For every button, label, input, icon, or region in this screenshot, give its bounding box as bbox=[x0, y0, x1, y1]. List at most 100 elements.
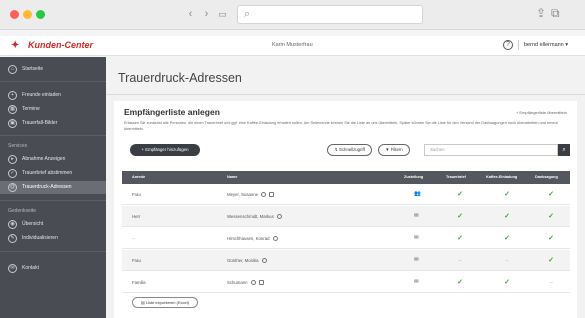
sidebar-toggle-icon[interactable]: ▭ bbox=[215, 6, 230, 23]
close-window-button[interactable] bbox=[10, 10, 19, 19]
card-title: Empfängerliste anlegen bbox=[124, 107, 220, 117]
info-icon[interactable] bbox=[261, 258, 267, 264]
column-header[interactable]: Trauerbrief bbox=[446, 171, 466, 184]
export-excel-button[interactable]: ▤ Liste exportieren (Excel) bbox=[132, 297, 198, 308]
search-input[interactable]: Suchen bbox=[424, 144, 558, 156]
chevron-right-icon[interactable]: › bbox=[199, 6, 214, 23]
checkmark-icon-trauerbrief[interactable]: ✓ bbox=[455, 228, 465, 249]
note-icon[interactable] bbox=[269, 192, 275, 198]
share-icon[interactable]: ⇪ bbox=[536, 6, 546, 20]
checkmark-icon-kaffee[interactable]: ✓ bbox=[502, 228, 512, 249]
browser-toolbar: ‹ › ▭ ⌕ ⇪ ⧉ bbox=[0, 0, 585, 30]
check-icon: ✓ bbox=[8, 169, 17, 178]
checkmark-icon-kaffee[interactable]: ✓ bbox=[502, 272, 512, 293]
submit-list-link[interactable]: + Empfängerliste übermitteln bbox=[516, 110, 567, 115]
note-icon[interactable] bbox=[258, 280, 264, 286]
empty-icon-trauerbrief[interactable]: – bbox=[455, 250, 465, 271]
checkmark-icon-kaffee[interactable]: ✓ bbox=[502, 206, 512, 227]
table-row[interactable]: Frau Günther, Monika ✉ – – ✓ bbox=[122, 250, 570, 271]
table-row[interactable]: Frau Meyer, Susanne 👥 ✓ ✓ ✓ bbox=[122, 184, 570, 205]
sidebar-item-kontakt[interactable]: ✉ Kontakt bbox=[0, 262, 106, 275]
sidebar-item-trauerbrief[interactable]: ✓ Trauerbrief abstimmen bbox=[0, 167, 106, 180]
maximize-window-button[interactable] bbox=[36, 10, 45, 19]
sidebar-item-label: Termine bbox=[22, 106, 40, 112]
bolt-icon: ↯ bbox=[334, 147, 338, 152]
sidebar-item-trauerdruck[interactable]: @ Trauerdruck-Adressen bbox=[0, 181, 106, 194]
filter-button[interactable]: ▼ Filtern bbox=[378, 144, 410, 156]
add-recipient-button[interactable]: + Empfänger hinzufügen bbox=[130, 144, 200, 156]
recipient-card: Empfängerliste anlegen + Empfängerliste … bbox=[114, 101, 577, 318]
filter-icon: ▼ bbox=[385, 147, 390, 152]
page-title: Trauerdruck-Adressen bbox=[118, 71, 242, 85]
tabs-icon[interactable]: ⧉ bbox=[551, 6, 560, 21]
cell-name-text: Meyer, Susanne bbox=[227, 192, 259, 197]
checkmark-icon-trauerbrief[interactable]: ✓ bbox=[455, 206, 465, 227]
account-name: Karin Musterfrau bbox=[272, 42, 313, 48]
quick-access-button[interactable]: ↯ Schnellzugriff bbox=[327, 144, 372, 156]
checkmark-icon-danksagung[interactable]: ✓ bbox=[546, 184, 556, 205]
cell-name-text: Hirschhausen, Konrad bbox=[227, 236, 270, 241]
filter-label: Filtern bbox=[390, 147, 403, 152]
empty-icon-danksagung[interactable]: – bbox=[546, 272, 556, 293]
checkmark-icon-kaffee[interactable]: ✓ bbox=[502, 184, 512, 205]
checkmark-icon-trauerbrief[interactable]: ✓ bbox=[455, 272, 465, 293]
help-icon[interactable]: ? bbox=[503, 40, 513, 50]
table-row[interactable]: – Hirschhausen, Konrad ✉ ✓ ✓ ✓ bbox=[122, 228, 570, 249]
sidebar-divider bbox=[0, 200, 106, 201]
info-icon[interactable] bbox=[276, 214, 282, 220]
column-header[interactable]: Danksagung bbox=[535, 171, 558, 184]
column-header[interactable]: Name bbox=[227, 171, 237, 184]
column-header[interactable]: Kaffee-Einladung bbox=[486, 171, 517, 184]
info-icon[interactable] bbox=[261, 192, 267, 198]
cell-anrede: Frau bbox=[132, 258, 141, 263]
contact-icon: ✉ bbox=[8, 264, 17, 273]
sidebar-item-label: Individualisieren bbox=[22, 235, 58, 241]
export-icon: ▤ bbox=[140, 300, 145, 305]
cell-anrede: – bbox=[132, 236, 135, 241]
sidebar-item-label: Trauerbrief abstimmen bbox=[22, 170, 73, 176]
sidebar-divider bbox=[0, 135, 106, 136]
search-button[interactable]: ⌕ bbox=[558, 144, 570, 156]
app-title: Kunden-Center bbox=[28, 40, 93, 50]
sidebar-item-bilder[interactable]: ▣ Trauerfall-Bilder bbox=[0, 117, 106, 130]
cell-name-text: Wessenschmidt, Markus bbox=[227, 214, 274, 219]
user-menu-label: bernd ellermann bbox=[524, 42, 564, 48]
sidebar-heading-services: Services bbox=[8, 143, 28, 149]
sidebar-item-label: Freunde einladen bbox=[22, 92, 61, 98]
image-icon: ▣ bbox=[8, 119, 17, 128]
app-window: ‹ › ▭ ⌕ ⇪ ⧉ ✦ Kunden-Center Karin Muster… bbox=[0, 0, 585, 318]
info-icon[interactable] bbox=[250, 280, 256, 286]
checkmark-icon-danksagung[interactable]: ✓ bbox=[546, 228, 556, 249]
empty-icon-kaffee[interactable]: – bbox=[502, 250, 512, 271]
sidebar-item-uebersicht[interactable]: ◉ Übersicht bbox=[0, 218, 106, 231]
sidebar-item-anzeigen[interactable]: ▸ Abnahme Anzeigen bbox=[0, 153, 106, 166]
chevron-left-icon[interactable]: ‹ bbox=[183, 6, 198, 23]
group-delivery-icon: 👥 bbox=[414, 191, 421, 197]
column-header[interactable]: Zustellung bbox=[404, 171, 423, 184]
column-header[interactable]: Anrede bbox=[132, 171, 145, 184]
sidebar-item-label: Trauerdruck-Adressen bbox=[22, 184, 72, 190]
sidebar-item-startseite[interactable]: ⌂ Startseite bbox=[0, 63, 106, 76]
customize-icon: ✎ bbox=[8, 234, 17, 243]
info-icon[interactable] bbox=[272, 236, 278, 242]
quick-access-label: Schnellzugriff bbox=[339, 147, 365, 152]
table-row[interactable]: Herr Wessenschmidt, Markus ✉ ✓ ✓ ✓ bbox=[122, 206, 570, 227]
sidebar-item-freunde[interactable]: + Freunde einladen bbox=[0, 89, 106, 102]
checkmark-icon-danksagung[interactable]: ✓ bbox=[546, 206, 556, 227]
cell-name: Meyer, Susanne bbox=[227, 184, 275, 205]
sidebar-heading-gedenkseite: Gedenkseite bbox=[8, 208, 37, 214]
sidebar-item-termine[interactable]: ▦ Termine bbox=[0, 103, 106, 116]
sidebar-item-label: Kontakt bbox=[22, 265, 39, 271]
sidebar-item-individualisieren[interactable]: ✎ Individualisieren bbox=[0, 232, 106, 245]
address-bar[interactable]: ⌕ bbox=[237, 5, 423, 24]
user-menu[interactable]: bernd ellermann ▾ bbox=[524, 42, 568, 48]
sidebar-item-label: Startseite bbox=[22, 66, 44, 72]
minimize-window-button[interactable] bbox=[23, 10, 32, 19]
people-logo-icon: ✦ bbox=[11, 40, 20, 51]
cell-name: Wessenschmidt, Markus bbox=[227, 206, 282, 227]
table-row[interactable]: Familie Schumann ✉ ✓ ✓ – bbox=[122, 272, 570, 293]
checkmark-icon-danksagung[interactable]: ✓ bbox=[546, 250, 556, 271]
title-divider bbox=[106, 94, 585, 95]
checkmark-icon-trauerbrief[interactable]: ✓ bbox=[455, 184, 465, 205]
sidebar-divider bbox=[0, 81, 106, 82]
